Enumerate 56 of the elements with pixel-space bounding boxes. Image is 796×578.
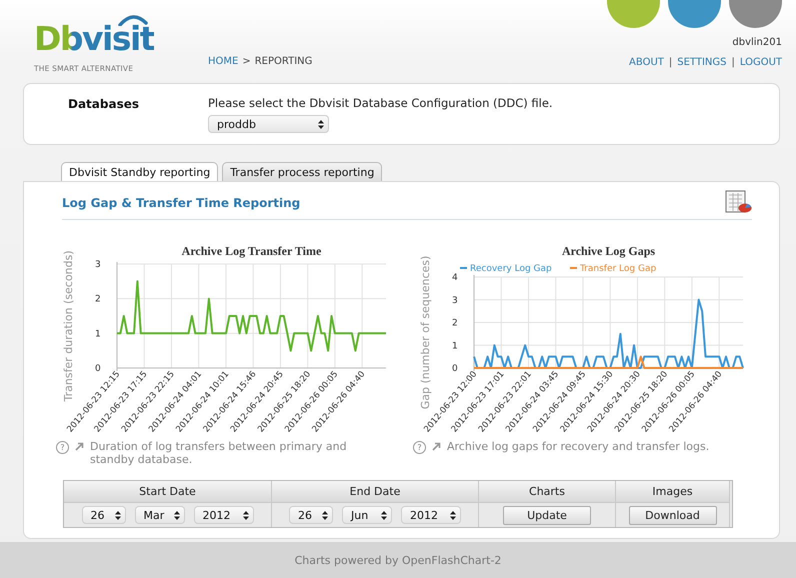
column-header: End Date bbox=[272, 481, 479, 503]
database-select[interactable]: proddb bbox=[208, 115, 329, 133]
column-header: Start Date bbox=[64, 481, 272, 503]
updown-arrows-icon bbox=[322, 510, 328, 520]
breadcrumb-separator: > bbox=[242, 56, 251, 67]
updown-arrows-icon bbox=[381, 510, 387, 520]
nav-link[interactable]: ABOUT bbox=[629, 57, 664, 68]
column-header: Charts bbox=[479, 481, 616, 503]
update-button[interactable]: Update bbox=[503, 506, 591, 524]
nav-separator: | bbox=[731, 57, 735, 68]
updown-arrows-icon bbox=[318, 120, 324, 128]
updown-arrows-icon bbox=[450, 510, 456, 520]
year-select[interactable]: 2012 bbox=[194, 506, 254, 524]
axis-tick-label: 0 bbox=[452, 364, 458, 374]
username: dbvlin201 bbox=[732, 37, 782, 48]
updown-arrows-icon bbox=[242, 510, 248, 520]
day-select[interactable]: 26 bbox=[289, 506, 333, 524]
year-select[interactable]: 2012 bbox=[401, 506, 461, 524]
arrow-up-right-icon bbox=[75, 442, 84, 451]
chart-title: Archive Log Transfer Time bbox=[182, 244, 322, 258]
month-select[interactable]: Jun bbox=[342, 506, 392, 524]
axis-tick-label: 1 bbox=[452, 341, 458, 352]
updown-arrows-icon bbox=[174, 510, 180, 520]
axis-tick-label: 2 bbox=[95, 294, 101, 305]
chart-title: Archive Log Gaps bbox=[562, 244, 656, 258]
axis-tick-label: 3 bbox=[452, 296, 458, 306]
databases-prompt: Please select the Dbvisit Database Configuration (DDC) file. bbox=[208, 96, 553, 110]
spreadsheet-pie-icon[interactable] bbox=[725, 190, 752, 214]
download-button[interactable]: Download bbox=[628, 506, 716, 524]
axis-tick-label: 0 bbox=[95, 364, 101, 374]
nav-link[interactable]: SETTINGS bbox=[677, 57, 726, 68]
logo-arc-icon bbox=[118, 14, 148, 26]
breadcrumb-current: REPORTING bbox=[254, 56, 312, 67]
chart-caption: Duration of log transfers between primary and standby database. bbox=[90, 440, 348, 466]
axis-tick-label: 1 bbox=[95, 329, 101, 340]
legend-label: Recovery Log Gap bbox=[470, 264, 552, 274]
help-icon[interactable]: ? bbox=[413, 441, 426, 454]
day-select[interactable]: 26 bbox=[82, 506, 126, 524]
legend-label: Transfer Log Gap bbox=[580, 264, 656, 274]
nav-link[interactable]: LOGOUT bbox=[740, 57, 782, 68]
nav-separator: | bbox=[668, 57, 672, 68]
tab[interactable]: Transfer process reporting bbox=[222, 162, 382, 181]
axis-tick-label: 3 bbox=[95, 260, 101, 270]
updown-arrows-icon bbox=[114, 510, 120, 520]
databases-label: Databases bbox=[67, 96, 140, 113]
breadcrumb-link[interactable]: HOME bbox=[208, 56, 238, 67]
tab[interactable]: Dbvisit Standby reporting bbox=[61, 162, 218, 181]
chart-caption: Archive log gaps for recovery and transfer logs. bbox=[447, 440, 710, 453]
axis-tick-label: 2 bbox=[452, 318, 458, 328]
arrow-up-right-icon bbox=[432, 442, 441, 451]
section-title: Log Gap & Transfer Time Reporting bbox=[62, 195, 300, 210]
column-header: Images bbox=[616, 481, 730, 503]
axis-tick-label: 4 bbox=[452, 273, 458, 283]
footer-text: Charts powered by OpenFlashChart-2 bbox=[294, 554, 502, 566]
month-select[interactable]: Mar bbox=[134, 506, 184, 524]
help-icon[interactable]: ? bbox=[56, 441, 69, 454]
